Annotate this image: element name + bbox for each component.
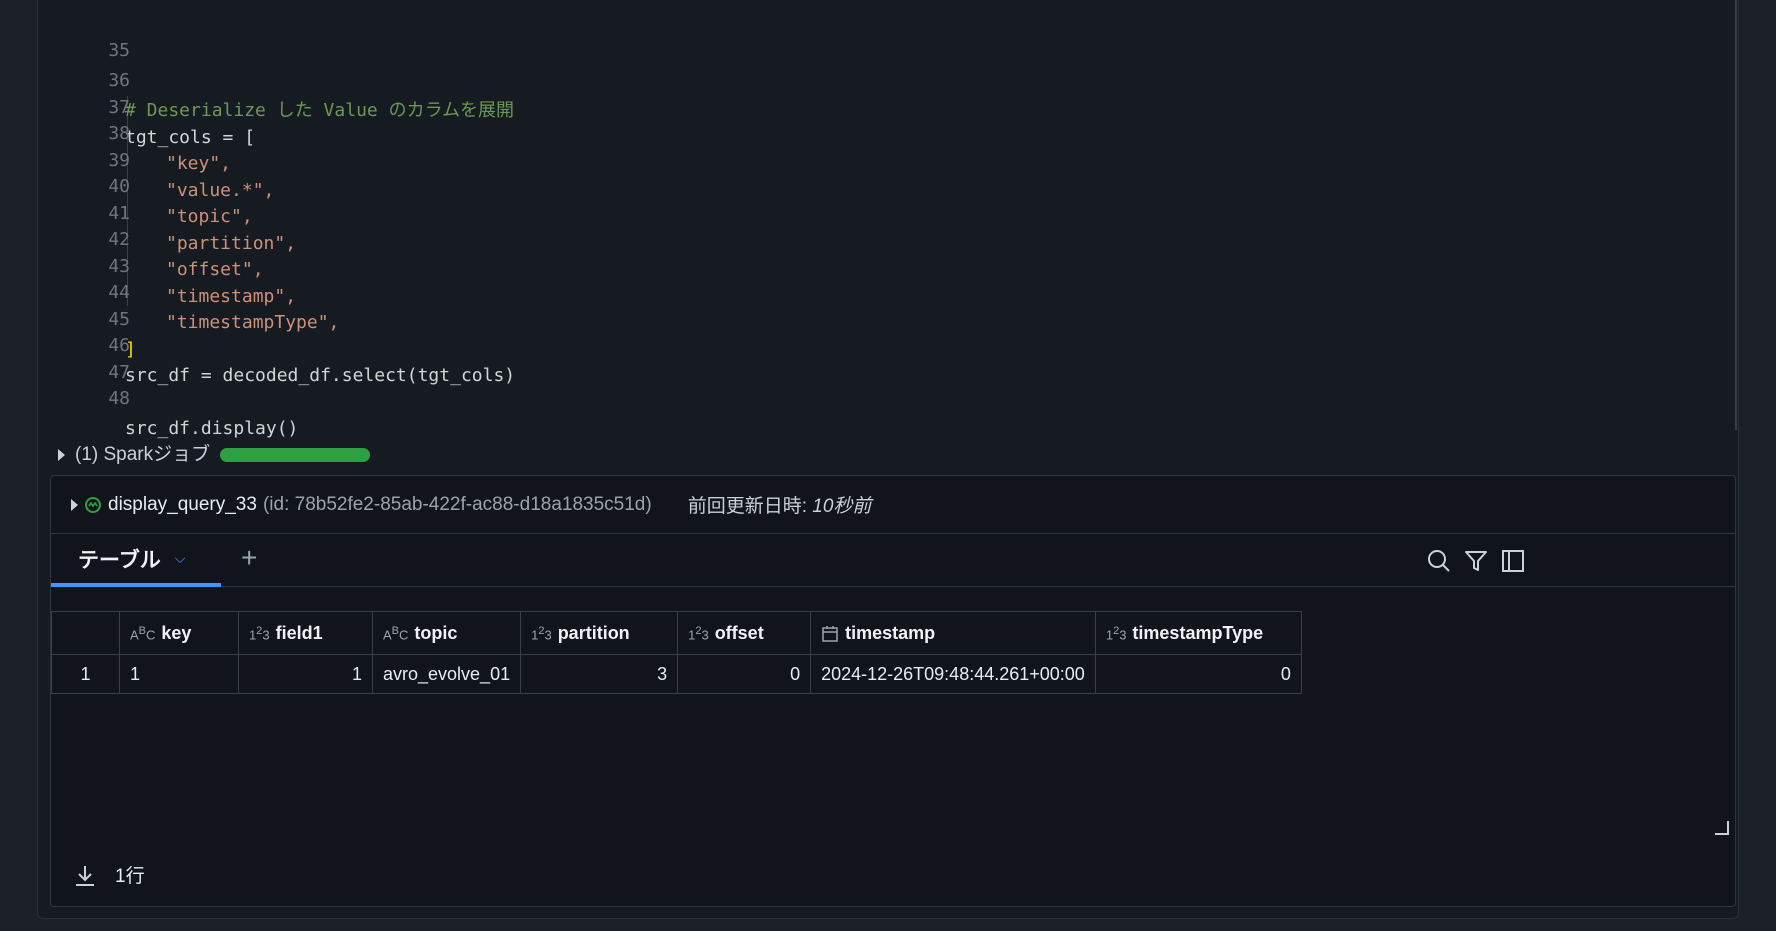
result-footer: 1行 [73,861,145,888]
cell-topic[interactable]: avro_evolve_01 [371,654,522,694]
code-comment: # Deserialize した Value のカラムを展開 [125,100,515,121]
spark-progress-bar [220,448,371,462]
display-result-panel: display_query_33 (id: 78b52fe2-85ab-422f… [50,475,1736,907]
row-index-header [51,611,120,655]
code-line-44: 44 "timestampType", [108,282,340,333]
tab-table[interactable]: テーブル ⌵ [51,534,221,587]
code-editor[interactable]: 35 36 # Deserialize した Value のカラムを展開 37 … [38,0,1738,439]
table-header-row: ABC key 123 field1 ABC topic 123 partition 1… [51,611,1302,655]
row-count: 1行 [115,866,145,887]
column-header-timestampType[interactable]: 123 timestampType [1094,611,1302,655]
number-type-icon: 123 [688,625,709,643]
last-updated: 前回更新日時: 10秒前 [687,496,872,517]
code-line-46: 46 src_df = decoded_df.select(tgt_cols) [108,335,516,386]
code-line-48: 48 src_df.display() [108,388,299,439]
spark-jobs-label: (1) Sparkジョブ [75,444,211,465]
download-icon[interactable] [73,863,97,887]
code-line-35: 35 [108,40,130,61]
add-tab-button[interactable]: + [241,542,257,574]
number-type-icon: 123 [249,625,270,643]
column-header-key[interactable]: ABC key [119,611,239,655]
column-header-partition[interactable]: 123 partition [520,611,679,655]
query-id: (id: 78b52fe2-85ab-422f-ac88-d18a1835c51… [262,493,652,515]
expand-query-icon[interactable] [71,498,78,511]
cell-partition[interactable]: 3 [520,654,679,694]
cell-key[interactable]: 1 [119,654,239,694]
number-type-icon: 123 [1105,625,1127,643]
result-tabs: テーブル ⌵ + [51,534,1735,587]
spark-jobs-toggle[interactable]: (1) Sparkジョブ [58,440,371,470]
query-name: display_query_33 [108,493,257,515]
resize-handle[interactable] [1715,821,1729,835]
cell-field1[interactable]: 1 [238,654,373,694]
string-type-icon: ABC [383,625,409,643]
column-header-field1[interactable]: 123 field1 [238,611,373,655]
search-icon[interactable] [1426,548,1452,574]
sidebar-toggle-icon[interactable] [1500,548,1526,574]
code-line-42: 42 "offset", [108,229,264,280]
table-row: 1 1 1 avro_evolve_01 3 0 2024-12-26T09:4… [51,654,1302,694]
editor-scrollbar[interactable] [1735,0,1737,430]
query-header: display_query_33 (id: 78b52fe2-85ab-422f… [51,476,1735,534]
row-index: 1 [51,654,120,694]
code-line-36: 36 # Deserialize した Value のカラムを展開 [38,36,514,121]
column-header-topic[interactable]: ABC topic [371,611,522,655]
code-line-40: 40 "topic", [108,176,253,227]
cell-timestamp[interactable]: 2024-12-26T09:48:44.261+00:00 [810,654,1096,694]
filter-icon[interactable] [1463,548,1489,574]
stream-status-icon [85,496,101,513]
number-type-icon: 123 [531,625,552,643]
notebook-cell: 35 36 # Deserialize した Value のカラムを展開 37 … [37,0,1739,919]
string-type-icon: ABC [130,625,156,643]
cell-timestampType[interactable]: 0 [1094,654,1302,694]
expand-triangle-icon [58,449,65,461]
cell-offset[interactable]: 0 [677,654,812,694]
chevron-down-icon[interactable]: ⌵ [175,550,186,567]
column-header-offset[interactable]: 123 offset [677,611,812,655]
calendar-icon [821,625,839,643]
code-line-38: 38 "key", [108,123,232,174]
result-table: ABC key 123 field1 ABC topic 123 partition 1… [51,611,1302,694]
column-header-timestamp[interactable]: timestamp [810,611,1096,655]
